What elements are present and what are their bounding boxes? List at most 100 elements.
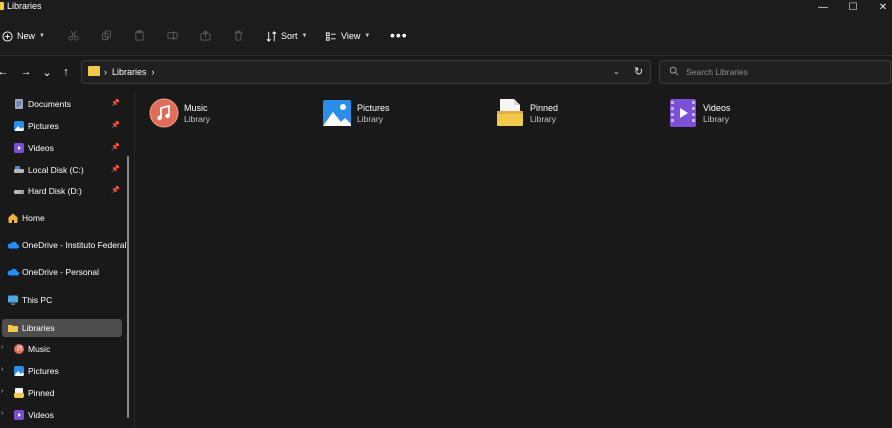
navigation-bar: ← → ⌄ ↑ › Libraries › ⌄ ↻ — [0, 56, 892, 90]
pictures-library-icon — [323, 100, 351, 126]
sidebar-item-documents[interactable]: Documents 📌 — [0, 95, 122, 113]
library-name: Music — [184, 103, 208, 113]
forward-button[interactable]: → — [19, 65, 33, 79]
library-name: Pictures — [357, 103, 390, 113]
sidebar-item-libraries[interactable]: Libraries — [2, 319, 122, 337]
address-dropdown-button[interactable]: ⌄ — [613, 67, 620, 76]
library-tile-videos[interactable]: Videos Library — [654, 98, 814, 132]
library-name: Videos — [703, 103, 731, 113]
pin-icon[interactable]: 📌 — [111, 121, 120, 129]
back-button[interactable]: ← — [0, 65, 10, 79]
pin-icon[interactable]: 📌 — [111, 165, 120, 173]
sidebar-item-this-pc[interactable]: This PC — [0, 291, 122, 309]
videos-library-icon — [670, 99, 696, 127]
chevron-right-icon[interactable]: › — [1, 388, 3, 395]
sidebar-item-hard-disk-d[interactable]: Hard Disk (D:) 📌 — [0, 182, 122, 200]
view-icon — [325, 31, 336, 41]
rename-icon[interactable] — [165, 28, 179, 42]
sort-button[interactable]: Sort ▼ — [266, 28, 307, 44]
breadcrumb-separator[interactable]: › — [104, 67, 107, 77]
folder-icon — [0, 2, 4, 10]
breadcrumb-libraries[interactable]: Libraries — [112, 67, 147, 77]
onedrive-icon — [7, 241, 19, 249]
sidebar-item-onedrive-personal[interactable]: OneDrive - Personal — [0, 263, 122, 281]
view-label: View — [341, 31, 361, 41]
chevron-right-icon[interactable]: › — [1, 366, 3, 373]
sidebar-item-onedrive-instituto-federal[interactable]: OneDrive - Instituto Federal — [0, 236, 126, 254]
copy-icon[interactable] — [99, 28, 113, 42]
breadcrumb-trail-chevron[interactable]: › — [152, 67, 155, 77]
sidebar-item-label: Home — [22, 213, 45, 223]
sidebar-item-label: Documents — [28, 99, 71, 109]
breadcrumb[interactable]: › Libraries › — [104, 67, 155, 77]
share-icon[interactable] — [198, 28, 212, 42]
address-bar[interactable]: › Libraries › ⌄ ↻ — [81, 60, 651, 84]
close-button[interactable]: ✕ — [870, 0, 892, 14]
pin-icon[interactable]: 📌 — [111, 143, 120, 151]
pc-icon — [8, 295, 18, 305]
library-type: Library — [703, 114, 729, 124]
library-name: Pinned — [530, 103, 559, 113]
pinned-library-icon — [497, 99, 523, 126]
drive-icon — [14, 190, 24, 194]
sidebar-item-label: OneDrive - Personal — [22, 267, 100, 277]
file-view: Music Library Pictures Library Pinned Li… — [135, 90, 892, 428]
navigation-pane: Documents 📌 Pictures 📌 Videos 📌 Local Di… — [0, 90, 132, 428]
up-button[interactable]: ↑ — [59, 65, 73, 79]
library-type: Library — [184, 114, 210, 124]
pictures-icon — [14, 121, 24, 131]
refresh-button[interactable]: ↻ — [634, 65, 643, 78]
onedrive-icon — [7, 268, 19, 276]
sidebar-item-local-disk-c[interactable]: Local Disk (C:) 📌 — [0, 161, 122, 179]
paste-icon[interactable] — [132, 28, 146, 42]
sidebar-item-label: Pictures — [28, 366, 59, 376]
sidebar-item-music[interactable]: › Music — [0, 340, 122, 358]
drive-icon — [14, 166, 24, 173]
sidebar-item-label: Videos — [28, 143, 54, 153]
search-input[interactable] — [686, 66, 881, 78]
more-options-button[interactable]: ••• — [390, 28, 408, 42]
sort-icon — [266, 30, 277, 42]
new-label: New — [17, 31, 36, 41]
minimize-button[interactable]: — — [810, 0, 836, 14]
sidebar-item-label: This PC — [22, 295, 53, 305]
documents-icon — [15, 99, 23, 109]
plus-circle-icon — [2, 30, 13, 42]
library-tile-pinned[interactable]: Pinned Library — [481, 98, 641, 132]
search-box[interactable] — [659, 60, 891, 84]
sidebar-item-label: Local Disk (C:) — [28, 165, 84, 175]
delete-icon[interactable] — [231, 28, 245, 42]
sidebar-item-pinned[interactable]: › Pinned — [0, 384, 122, 402]
sidebar-item-label: Libraries — [22, 323, 55, 333]
command-bar: New ▼ Sort ▼ View ▼ ••• — [0, 14, 892, 56]
chevron-down-icon: ▼ — [301, 33, 308, 39]
sidebar-item-label: Pictures — [28, 121, 59, 131]
chevron-right-icon[interactable]: › — [1, 344, 3, 351]
chevron-right-icon[interactable]: › — [1, 410, 3, 417]
view-button[interactable]: View ▼ — [325, 28, 370, 44]
sidebar-item-home[interactable]: Home — [0, 209, 122, 227]
title-bar: Libraries — ☐ ✕ — [0, 0, 892, 14]
cut-icon[interactable] — [66, 28, 80, 42]
sidebar-item-label: Music — [28, 344, 51, 354]
window-title: Libraries — [7, 1, 42, 11]
sidebar-item-pictures-library[interactable]: › Pictures — [0, 362, 122, 380]
pin-icon[interactable]: 📌 — [111, 186, 120, 194]
library-tile-music[interactable]: Music Library — [135, 98, 295, 132]
folder-icon — [88, 66, 100, 76]
new-button[interactable]: New ▼ — [2, 28, 45, 44]
sidebar-scrollbar[interactable] — [127, 156, 129, 418]
maximize-button[interactable]: ☐ — [840, 0, 866, 14]
sidebar-item-pictures[interactable]: Pictures 📌 — [0, 117, 122, 135]
recent-locations-button[interactable]: ⌄ — [40, 65, 54, 79]
pinned-icon — [14, 388, 24, 398]
search-icon — [669, 66, 679, 76]
sidebar-item-videos[interactable]: Videos 📌 — [0, 139, 122, 157]
library-tile-pictures[interactable]: Pictures Library — [308, 98, 468, 132]
home-icon — [8, 213, 18, 223]
pin-icon[interactable]: 📌 — [111, 99, 120, 107]
chevron-down-icon: ▼ — [39, 33, 45, 39]
sidebar-item-label: Pinned — [28, 388, 55, 398]
sidebar-item-videos-library[interactable]: › Videos — [0, 406, 122, 424]
library-type: Library — [530, 114, 556, 124]
